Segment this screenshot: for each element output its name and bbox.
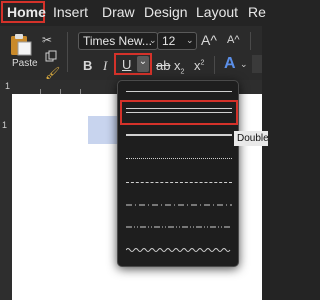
- font-size-value: 12: [162, 34, 176, 48]
- italic-button[interactable]: I: [103, 58, 107, 74]
- subscript-button[interactable]: x2: [174, 58, 184, 76]
- font-name-box[interactable]: Times New...: [78, 32, 158, 50]
- shrink-font-icon[interactable]: A^: [227, 34, 240, 46]
- underline-double-option[interactable]: [126, 108, 232, 113]
- paste-label: Paste: [12, 58, 38, 69]
- ruler-mark: 1: [5, 81, 11, 91]
- font-name-value: Times New...: [83, 34, 152, 48]
- font-size-chevron-icon[interactable]: ⌄: [186, 35, 194, 46]
- superscript-button[interactable]: x2: [194, 58, 204, 73]
- tab-home[interactable]: Home: [7, 4, 46, 20]
- tab-draw[interactable]: Draw: [102, 4, 135, 20]
- underline-button[interactable]: U: [122, 57, 131, 72]
- font-name-chevron-icon[interactable]: ⌄: [149, 35, 157, 46]
- tab-bar: Home Insert Draw Design Layout Re: [0, 0, 266, 26]
- underline-dropdown-chevron-icon[interactable]: ⌄: [137, 56, 149, 72]
- format-painter-icon[interactable]: 🖌: [45, 66, 60, 80]
- tab-review[interactable]: Re: [248, 4, 266, 20]
- underline-dashed-option[interactable]: [126, 182, 232, 183]
- tab-insert[interactable]: Insert: [53, 4, 88, 20]
- text-effects-icon[interactable]: A: [224, 55, 236, 73]
- text-effects-chevron-icon[interactable]: ⌄: [240, 59, 248, 70]
- vertical-ruler-mark: 1: [2, 120, 8, 130]
- underline-style-menu: [117, 80, 239, 267]
- ribbon-separator-3: [214, 56, 215, 74]
- grow-font-icon[interactable]: A^: [201, 32, 217, 48]
- paste-icon[interactable]: [10, 32, 32, 56]
- tooltip: Double underline: [234, 131, 268, 146]
- copy-icon[interactable]: [45, 50, 57, 62]
- underline-thick-option[interactable]: [126, 134, 232, 136]
- underline-single-option[interactable]: [126, 91, 232, 92]
- highlight-color-icon[interactable]: [252, 55, 262, 73]
- strikethrough-icon[interactable]: ab: [156, 58, 170, 73]
- underline-dot-dash-option[interactable]: [126, 203, 232, 207]
- underline-dot-dot-dash-option[interactable]: [126, 225, 232, 229]
- underline-wavy-option[interactable]: [126, 247, 232, 253]
- ribbon-separator: [67, 32, 68, 72]
- ribbon-separator-2: [250, 32, 251, 50]
- vertical-ruler: 1: [0, 94, 12, 300]
- cut-icon[interactable]: ✂: [42, 33, 52, 47]
- tab-layout[interactable]: Layout: [196, 4, 238, 20]
- tab-design[interactable]: Design: [144, 4, 188, 20]
- tooltip-text: Double underline: [237, 133, 268, 144]
- bold-button[interactable]: B: [83, 58, 92, 73]
- underline-dotted-option[interactable]: [126, 158, 232, 159]
